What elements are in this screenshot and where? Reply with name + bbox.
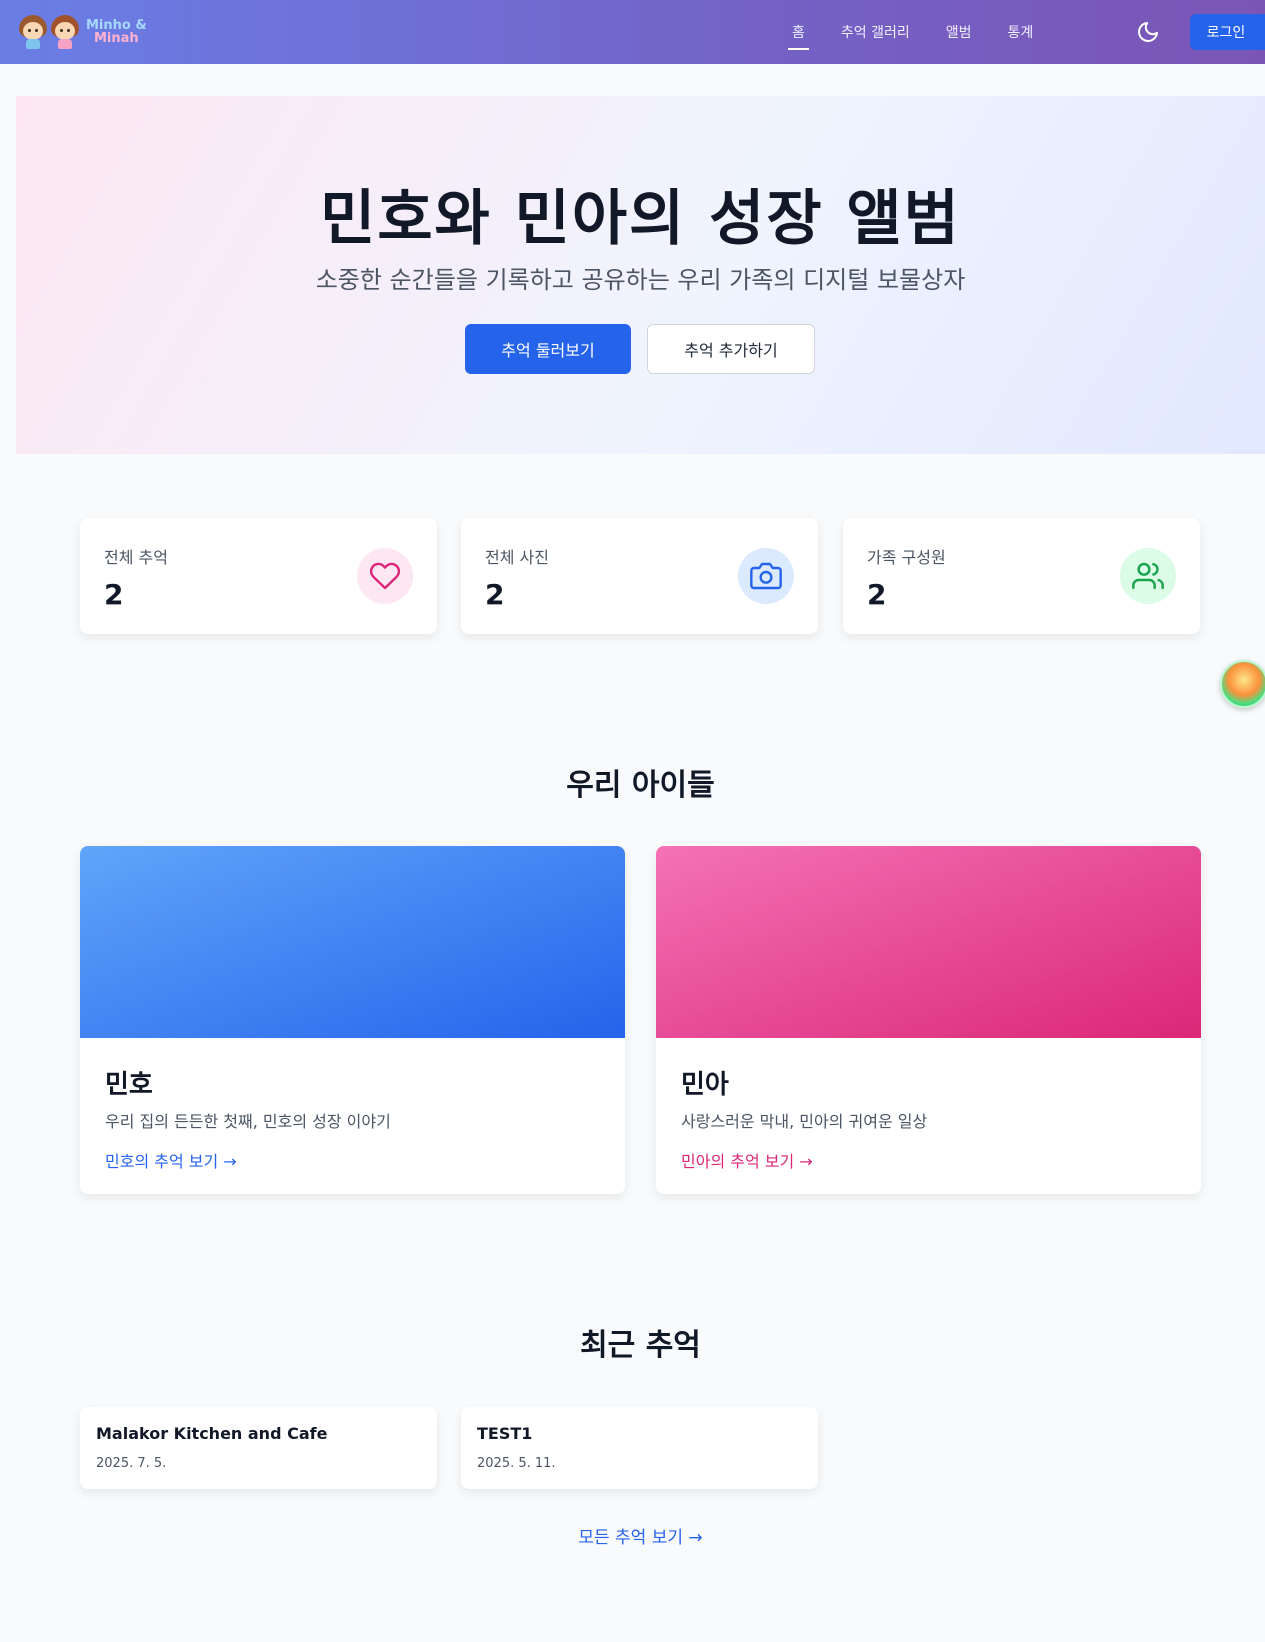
site-logo[interactable]: Minho & Minah: [18, 12, 147, 52]
stat-card-members: 가족 구성원 2: [843, 518, 1200, 634]
stat-card-photos: 전체 사진 2: [461, 518, 818, 634]
nav-gallery[interactable]: 추억 갤러리: [841, 0, 910, 64]
camera-icon: [738, 548, 794, 604]
kid-description: 사랑스러운 막내, 민아의 귀여운 일상: [681, 1112, 928, 1131]
add-memory-button[interactable]: 추억 추가하기: [647, 324, 815, 374]
stat-value: 2: [104, 578, 124, 611]
logo-text: Minho & Minah: [86, 19, 147, 45]
stat-label: 전체 사진: [485, 548, 549, 567]
kid-description: 우리 집의 든든한 첫째, 민호의 성장 이야기: [105, 1112, 391, 1131]
nav-stats[interactable]: 통계: [1008, 0, 1034, 64]
memory-date: 2025. 5. 11.: [477, 1456, 556, 1471]
memory-card[interactable]: TEST1 2025. 5. 11.: [461, 1407, 818, 1489]
memory-title: TEST1: [477, 1424, 533, 1443]
login-button[interactable]: 로그인: [1190, 14, 1265, 50]
stat-card-memories: 전체 추억 2: [80, 518, 437, 634]
kids-section-title: 우리 아이들: [566, 768, 715, 803]
top-navbar: Minho & Minah 홈 추억 갤러리 앨범 통계 로그인: [0, 0, 1265, 64]
kid-card-minah[interactable]: 민아 사랑스러운 막내, 민아의 귀여운 일상 민아의 추억 보기 →: [656, 846, 1201, 1194]
dark-mode-toggle-icon[interactable]: [1136, 20, 1160, 44]
floating-beach-icon[interactable]: [1220, 660, 1265, 708]
stat-label: 전체 추억: [104, 548, 168, 567]
kid-name: 민호: [105, 1070, 153, 1100]
stat-value: 2: [867, 578, 887, 611]
kid-name: 민아: [681, 1070, 729, 1100]
nav-albums[interactable]: 앨범: [946, 0, 972, 64]
nav-home[interactable]: 홈: [788, 0, 809, 64]
kid-banner: [656, 846, 1201, 1038]
hero-subtitle: 소중한 순간들을 기록하고 공유하는 우리 가족의 디지털 보물상자: [315, 266, 966, 294]
memory-title: Malakor Kitchen and Cafe: [96, 1424, 328, 1443]
kid-memories-link[interactable]: 민호의 추억 보기 →: [105, 1148, 237, 1172]
kid-memories-link[interactable]: 민아의 추억 보기 →: [681, 1148, 813, 1172]
stat-label: 가족 구성원: [867, 548, 946, 567]
memory-date: 2025. 7. 5.: [96, 1456, 167, 1471]
nav-links: 홈 추억 갤러리 앨범 통계: [788, 0, 1034, 64]
boy-avatar-icon: [18, 15, 48, 49]
hero-title: 민호와 민아의 성장 앨범: [320, 184, 961, 254]
heart-icon: [357, 548, 413, 604]
kid-card-minho[interactable]: 민호 우리 집의 든든한 첫째, 민호의 성장 이야기 민호의 추억 보기 →: [80, 846, 625, 1194]
stat-value: 2: [485, 578, 505, 611]
users-icon: [1120, 548, 1176, 604]
kid-banner: [80, 846, 625, 1038]
memory-card[interactable]: Malakor Kitchen and Cafe 2025. 7. 5.: [80, 1407, 437, 1489]
logo-line-2: Minah: [94, 31, 139, 46]
girl-avatar-icon: [50, 15, 80, 49]
all-memories-link[interactable]: 모든 추억 보기 →: [0, 1523, 1265, 1548]
browse-memories-button[interactable]: 추억 둘러보기: [465, 324, 631, 374]
recent-section-title: 최근 추억: [580, 1328, 701, 1363]
